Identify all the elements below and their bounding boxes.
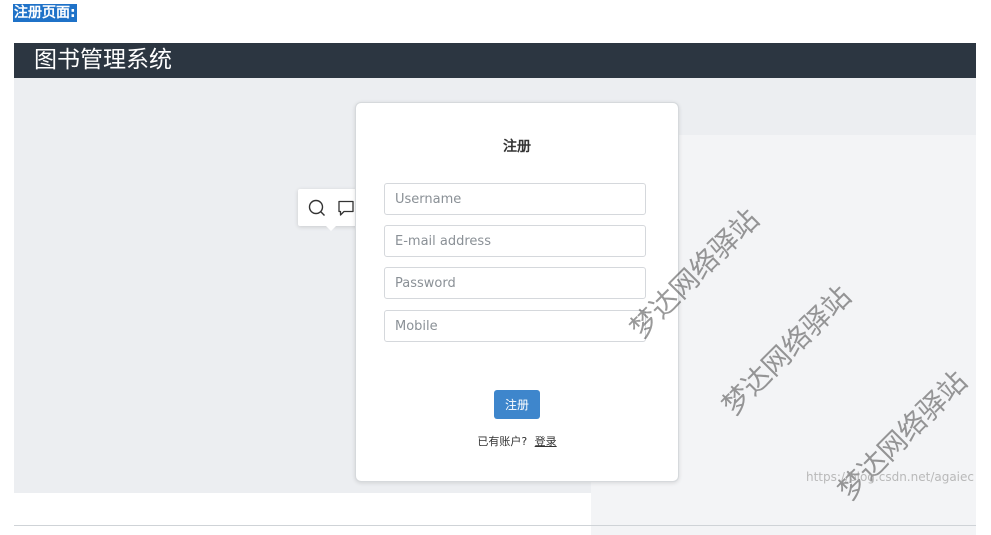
login-prompt: 已有账户? 登录 bbox=[356, 433, 678, 449]
form-title: 注册 bbox=[503, 139, 531, 155]
floating-toolbar bbox=[298, 189, 362, 231]
app-header: 图书管理系统 bbox=[14, 43, 976, 78]
app-title: 图书管理系统 bbox=[34, 47, 172, 73]
register-card: 注册 注册 已有账户? 登录 bbox=[355, 102, 679, 482]
url-watermark: https://blog.csdn.net/agaiec bbox=[806, 470, 974, 484]
email-input[interactable] bbox=[384, 225, 646, 257]
register-button[interactable]: 注册 bbox=[494, 390, 540, 419]
username-input[interactable] bbox=[384, 183, 646, 215]
bottom-divider bbox=[14, 525, 976, 526]
search-icon[interactable] bbox=[308, 199, 326, 217]
page-label: 注册页面: bbox=[13, 4, 77, 22]
login-link[interactable]: 登录 bbox=[535, 435, 557, 448]
mobile-input[interactable] bbox=[384, 310, 646, 342]
password-input[interactable] bbox=[384, 267, 646, 299]
have-account-text: 已有账户? bbox=[477, 435, 528, 448]
comment-icon[interactable] bbox=[337, 199, 355, 217]
